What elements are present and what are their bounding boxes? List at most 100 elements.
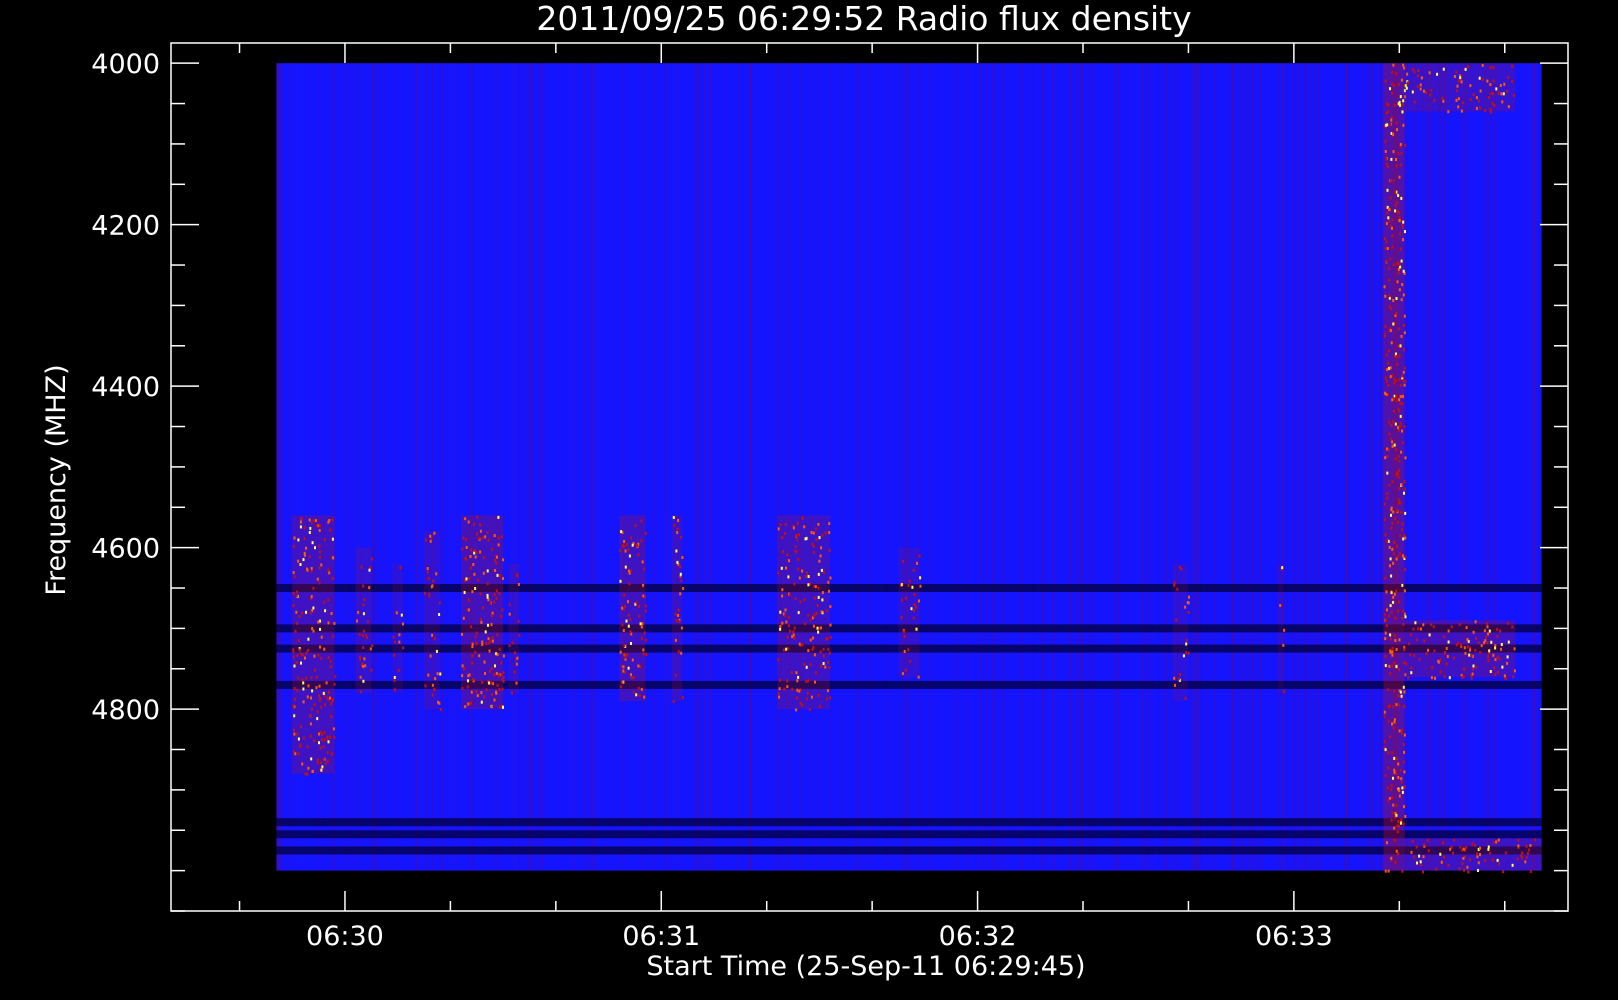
burst-speckle [1442, 67, 1445, 71]
burst-speckle [496, 633, 499, 637]
burst-speckle [645, 653, 648, 656]
heatmap-stripe [1286, 63, 1288, 871]
burst-speckle [1393, 756, 1396, 760]
burst-speckle [320, 635, 323, 639]
burst-speckle [1387, 719, 1390, 723]
burst-speckle [1403, 704, 1406, 708]
heatmap-stripe [1192, 63, 1194, 871]
burst-speckle [1497, 838, 1500, 842]
x-tick-label: 06:32 [939, 921, 1017, 952]
burst-speckle [809, 582, 812, 586]
heatmap-stripe [572, 63, 574, 871]
burst-speckle [300, 725, 303, 729]
burst-speckle [316, 717, 319, 721]
burst-speckle [307, 684, 310, 688]
burst-speckle [1499, 84, 1502, 87]
burst-speckle [1524, 860, 1527, 864]
burst-speckle [1392, 420, 1394, 424]
burst-speckle [1394, 448, 1397, 452]
heatmap-stripe [289, 63, 291, 871]
burst-speckle [787, 575, 790, 579]
burst-speckle [1418, 657, 1421, 661]
burst-speckle [495, 561, 498, 565]
heatmap-stripe [1080, 63, 1082, 871]
burst-speckle [1387, 766, 1390, 770]
burst-speckle [1493, 104, 1496, 107]
burst-speckle [1391, 751, 1394, 755]
burst-speckle [468, 576, 471, 580]
heatmap-stripe [383, 63, 385, 871]
heatmap-stripe [1462, 63, 1464, 871]
burst-speckle [488, 649, 491, 653]
burst-speckle [314, 546, 316, 550]
burst-speckle [431, 584, 434, 588]
burst-speckle [1401, 583, 1404, 587]
burst-speckle [296, 688, 299, 692]
burst-speckle [1403, 480, 1406, 484]
heatmap-stripe [716, 63, 718, 871]
burst-speckle [1184, 605, 1187, 609]
burst-speckle [315, 675, 318, 679]
burst-speckle [393, 688, 396, 692]
burst-speckle [502, 705, 504, 709]
burst-speckle [310, 566, 313, 570]
heatmap-stripe [747, 63, 749, 871]
burst-speckle [1387, 705, 1390, 709]
burst-speckle [1419, 87, 1422, 91]
burst-speckle [297, 538, 300, 542]
heatmap-stripe [1362, 63, 1364, 871]
burst-speckle [900, 583, 903, 587]
burst-speckle [1399, 821, 1402, 825]
burst-speckle [1471, 672, 1474, 676]
burst-speckle [1403, 425, 1406, 429]
burst-speckle [1428, 633, 1431, 637]
burst-speckle [1460, 109, 1463, 113]
heatmap-stripe [540, 63, 542, 871]
burst-speckle [463, 667, 466, 671]
burst-speckle [1504, 851, 1507, 855]
burst-speckle [1400, 450, 1403, 454]
burst-speckle [292, 728, 295, 732]
heatmap-stripe [1308, 63, 1310, 871]
burst-speckle [1447, 640, 1450, 644]
burst-speckle [821, 533, 824, 537]
burst-speckle [1392, 552, 1395, 556]
burst-speckle [644, 609, 647, 613]
burst-speckle [1396, 830, 1399, 834]
burst-speckle [1442, 99, 1445, 103]
burst-speckle [782, 550, 785, 554]
heatmap-stripe [1114, 63, 1116, 871]
burst-speckle [1468, 653, 1471, 657]
burst-speckle [1187, 651, 1190, 655]
burst-speckle [1398, 638, 1401, 642]
burst-speckle [494, 569, 497, 572]
burst-speckle [634, 524, 637, 527]
burst-speckle [826, 689, 829, 693]
burst-speckle [1409, 633, 1412, 637]
burst-speckle [1430, 89, 1433, 92]
burst-speckle [1488, 649, 1491, 653]
heatmap-stripe [1439, 63, 1441, 871]
burst-speckle [627, 624, 630, 628]
burst-speckle [1397, 271, 1400, 275]
burst-speckle [1399, 247, 1402, 251]
burst-speckle [1474, 843, 1476, 847]
burst-speckle [1391, 374, 1394, 378]
burst-speckle [1417, 627, 1419, 631]
burst-speckle [783, 687, 786, 691]
burst-speckle [1395, 72, 1398, 76]
burst-speckle [1411, 67, 1414, 71]
burst-speckle [1485, 635, 1488, 639]
burst-speckle [1188, 595, 1190, 599]
heatmap-stripe [1281, 63, 1283, 871]
heatmap-stripe [1304, 63, 1306, 871]
burst-speckle [819, 554, 822, 558]
burst-speckle [1393, 443, 1396, 447]
burst-speckle [674, 638, 677, 642]
burst-speckle [1390, 591, 1393, 595]
burst-speckle [299, 563, 302, 566]
burst-speckle [1383, 710, 1386, 714]
burst-speckle [1467, 65, 1470, 69]
burst-speckle [818, 536, 821, 540]
burst-speckle [1402, 743, 1405, 746]
